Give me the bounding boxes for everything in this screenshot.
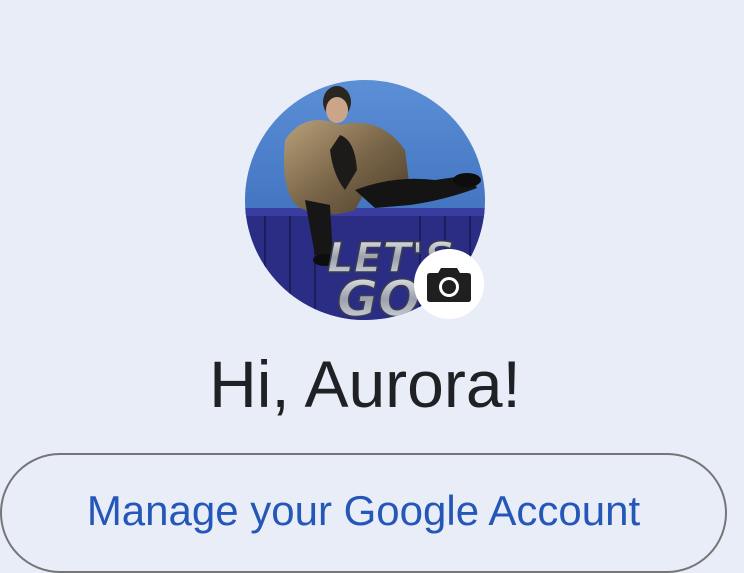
camera-icon: [427, 268, 471, 302]
change-photo-button[interactable]: [414, 249, 484, 319]
manage-account-label: Manage your Google Account: [86, 487, 641, 534]
greeting-text: Hi, Aurora!: [209, 347, 521, 421]
avatar-logo-text-2: GO: [337, 270, 421, 320]
avatar-container: LET'S GO: [245, 80, 485, 320]
manage-account-button[interactable]: Manage your Google Account: [0, 453, 727, 573]
